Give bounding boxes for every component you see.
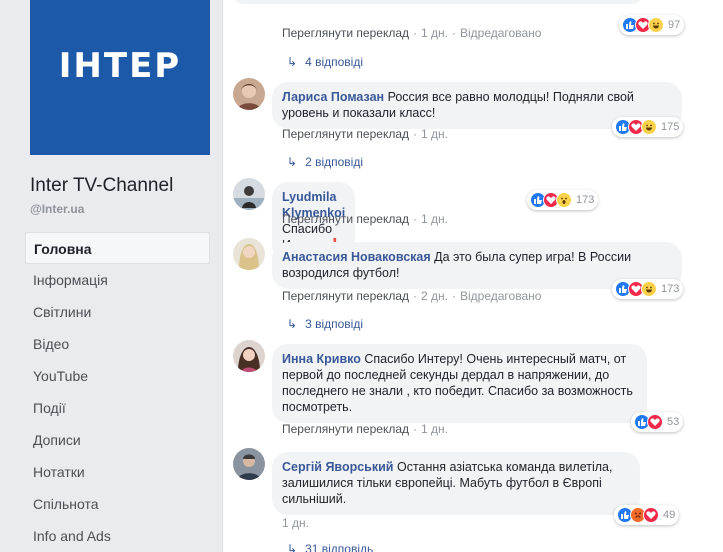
haha-icon — [641, 281, 657, 297]
nav-item-videos[interactable]: Відео — [25, 328, 210, 360]
comment-time[interactable]: 1 дн. — [421, 212, 448, 226]
reactions-count: 97 — [668, 19, 681, 31]
haha-icon — [648, 17, 664, 33]
nav-item-posts[interactable]: Дописи — [25, 424, 210, 456]
edited-label: Відредаговано — [460, 26, 542, 40]
comment-bubble: Сергій Яворський Остання азіатська коман… — [272, 452, 640, 515]
see-translation-link[interactable]: Переглянути переклад — [282, 127, 409, 141]
reactions-count: 173 — [576, 194, 595, 206]
comment-bubble: Инна Кривко Спасибо Интеру! Очень интере… — [272, 344, 647, 423]
page-nav: Головна Інформація Світлини Відео YouTub… — [25, 232, 210, 552]
comment-actions: 1 дн. — [282, 516, 309, 530]
nav-item-youtube[interactable]: YouTube — [25, 360, 210, 392]
see-translation-link[interactable]: Переглянути переклад — [282, 26, 409, 40]
nav-item-events[interactable]: Події — [25, 392, 210, 424]
wow-icon — [556, 192, 572, 208]
love-icon — [647, 414, 663, 430]
page-logo[interactable]: ІНТЕР — [30, 0, 210, 155]
left-sidebar: ІНТЕР Inter TV-Channel @Inter.ua Головна… — [0, 0, 220, 552]
view-replies-link[interactable]: ↳ 3 відповіді — [287, 317, 363, 331]
logo-text: ІНТЕР — [58, 46, 182, 86]
nav-item-info-ads[interactable]: Info and Ads — [25, 520, 210, 552]
comment-actions: Переглянути переклад · 1 дн. — [282, 127, 448, 141]
comment-actions: Переглянути переклад · 1 дн. — [282, 212, 448, 226]
comment-actions: Переглянути переклад · 1 дн. · Відредаговано — [282, 26, 542, 40]
nav-item-home[interactable]: Головна — [25, 232, 210, 264]
avatar[interactable] — [233, 340, 265, 372]
avatar[interactable] — [233, 78, 265, 110]
reactions-summary[interactable]: 97 — [619, 15, 685, 35]
comment-author[interactable]: Сергій Яворський — [282, 460, 394, 474]
love-icon — [643, 507, 659, 523]
reply-arrow-icon: ↳ — [287, 542, 298, 552]
view-replies-link[interactable]: ↳ 4 відповіді — [287, 55, 363, 69]
nav-item-notes[interactable]: Нотатки — [25, 456, 210, 488]
see-translation-link[interactable]: Переглянути переклад — [282, 289, 409, 303]
comment-author[interactable]: Лариса Помазан — [282, 90, 384, 104]
comment-time[interactable]: 2 дн. — [421, 289, 448, 303]
comments-feed: Переглянути переклад · 1 дн. · Відредаговано… — [222, 0, 723, 552]
page-handle[interactable]: @Inter.ua — [30, 202, 84, 216]
reactions-summary[interactable]: 173 — [612, 279, 684, 299]
comment-actions: Переглянути переклад · 1 дн. — [282, 422, 448, 436]
comment-time[interactable]: 1 дн. — [421, 422, 448, 436]
comment-time[interactable]: 1 дн. — [421, 127, 448, 141]
comment-bubble-partial — [233, 0, 643, 4]
reactions-summary[interactable]: 173 — [527, 190, 599, 210]
reply-arrow-icon: ↳ — [287, 55, 298, 69]
page-name[interactable]: Inter TV-Channel — [30, 175, 173, 197]
view-replies-link[interactable]: ↳ 31 відповідь — [287, 542, 373, 552]
see-translation-link[interactable]: Переглянути переклад — [282, 212, 409, 226]
comment-actions: Переглянути переклад · 2 дн. · Відредаговано — [282, 289, 542, 303]
avatar[interactable] — [233, 178, 265, 210]
comment-time[interactable]: 1 дн. — [282, 516, 309, 530]
reply-arrow-icon: ↳ — [287, 317, 298, 331]
reactions-count: 49 — [663, 509, 676, 521]
see-translation-link[interactable]: Переглянути переклад — [282, 422, 409, 436]
avatar[interactable] — [233, 448, 265, 480]
reactions-count: 175 — [661, 121, 680, 133]
comment-time[interactable]: 1 дн. — [421, 26, 448, 40]
edited-label: Відредаговано — [460, 289, 542, 303]
reactions-count: 53 — [667, 416, 680, 428]
view-replies-link[interactable]: ↳ 2 відповіді — [287, 155, 363, 169]
reactions-summary[interactable]: 53 — [631, 412, 684, 432]
reply-arrow-icon: ↳ — [287, 155, 298, 169]
nav-item-info[interactable]: Інформація — [25, 264, 210, 296]
reactions-summary[interactable]: 49 — [614, 505, 680, 525]
nav-item-photos[interactable]: Світлини — [25, 296, 210, 328]
haha-icon — [641, 119, 657, 135]
nav-item-community[interactable]: Спільнота — [25, 488, 210, 520]
reactions-summary[interactable]: 175 — [612, 117, 684, 137]
comment-author[interactable]: Анастасия Новаковская — [282, 250, 431, 264]
reactions-count: 173 — [661, 283, 680, 295]
comment-author[interactable]: Инна Кривко — [282, 352, 361, 366]
avatar[interactable] — [233, 238, 265, 270]
